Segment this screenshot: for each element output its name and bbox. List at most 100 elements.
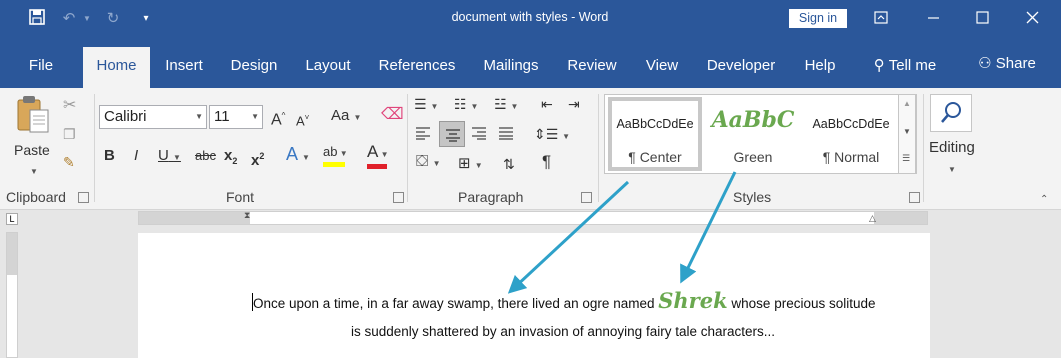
line-spacing-button[interactable]: ⇕☰ ▼ xyxy=(534,124,570,147)
change-case-button[interactable]: Aa ▼ xyxy=(331,106,361,128)
superscript-button[interactable]: x2 xyxy=(251,146,264,171)
strikethrough-button[interactable]: abc xyxy=(195,146,216,166)
maximize-icon[interactable] xyxy=(959,0,1005,38)
collapse-ribbon-icon[interactable]: ⌃ xyxy=(1040,190,1048,210)
show-formatting-marks-icon[interactable]: ¶ xyxy=(542,152,551,172)
customize-qat-icon[interactable]: ▾ xyxy=(139,9,153,29)
share-button[interactable]: ⚇ Share xyxy=(968,47,1046,88)
font-size-box[interactable]: 11 ▼ xyxy=(209,105,263,129)
document-line-2[interactable]: is suddenly shattered by an invasion of … xyxy=(351,324,775,339)
font-launcher-icon[interactable] xyxy=(393,192,404,203)
font-name-box[interactable]: Calibri ▼ xyxy=(99,105,207,129)
style-normal[interactable]: AaBbCcDdEe ¶ Normal xyxy=(804,97,898,171)
format-painter-icon[interactable]: ✎ xyxy=(63,152,75,172)
tab-layout[interactable]: Layout xyxy=(296,47,360,88)
tab-selector-icon[interactable]: L xyxy=(6,213,18,225)
borders-button[interactable]: ⊞ ▼ xyxy=(458,154,483,176)
tell-me-label: Tell me xyxy=(888,57,937,74)
style-name: Green xyxy=(733,149,773,165)
tab-review[interactable]: Review xyxy=(560,47,624,88)
tab-references[interactable]: References xyxy=(370,47,464,88)
cut-icon[interactable]: ✂ xyxy=(63,96,76,116)
text-effects-button[interactable]: A ▼ xyxy=(286,144,310,168)
sort-icon[interactable]: ⇅ xyxy=(503,154,515,174)
person-icon: ⚇ xyxy=(978,55,992,72)
italic-button[interactable]: I xyxy=(134,146,138,166)
right-indent-icon[interactable]: △ xyxy=(869,213,876,224)
copy-icon[interactable]: ❐ xyxy=(63,124,76,144)
style-name: ¶ Normal xyxy=(822,149,880,165)
shrink-font-icon[interactable]: A˅ xyxy=(296,108,309,131)
horizontal-ruler xyxy=(138,211,928,225)
style-sample: AaBbCcDdEe xyxy=(616,117,694,131)
tab-developer[interactable]: Developer xyxy=(698,47,784,88)
increase-indent-icon[interactable]: ⇥ xyxy=(568,94,580,114)
indent-marker-icon[interactable]: ⧗ xyxy=(244,210,250,221)
tab-file[interactable]: File xyxy=(14,47,68,88)
styles-group-label: Styles xyxy=(733,189,772,205)
save-icon[interactable] xyxy=(26,9,48,29)
clear-formatting-icon[interactable]: ⌫ xyxy=(381,105,404,125)
subscript-button[interactable]: x2 xyxy=(224,146,237,171)
underline-button[interactable]: U ▼ xyxy=(158,146,181,168)
paragraph-group-label: Paragraph xyxy=(458,189,524,205)
decrease-indent-icon[interactable]: ⇤ xyxy=(541,94,553,114)
tab-insert[interactable]: Insert xyxy=(156,47,212,88)
font-size-dropdown-icon[interactable]: ▼ xyxy=(251,106,259,128)
clipboard-launcher-icon[interactable] xyxy=(78,192,89,203)
font-name-dropdown-icon[interactable]: ▼ xyxy=(195,106,203,128)
grow-font-icon[interactable]: A^ xyxy=(271,106,285,130)
document-line-1[interactable]: Once upon a time, in a far away swamp, t… xyxy=(253,284,876,318)
tab-home[interactable]: Home xyxy=(83,47,150,88)
paste-icon[interactable] xyxy=(12,94,56,138)
font-size-value: 11 xyxy=(214,108,230,125)
numbering-button[interactable]: ☷ ▼ xyxy=(454,94,478,117)
ribbon: Paste ▼ ✂ ❐ ✎ Clipboard Calibri ▼ 11 ▼ A… xyxy=(0,88,1061,210)
justify-icon[interactable] xyxy=(498,125,514,145)
style-center[interactable]: AaBbCcDdEe ¶ Center xyxy=(608,97,702,171)
paste-dropdown-icon[interactable]: ▼ xyxy=(30,162,38,182)
editing-dropdown-icon[interactable]: ▼ xyxy=(948,160,956,180)
bullets-button[interactable]: ☰ ▼ xyxy=(414,94,438,117)
paragraph-launcher-icon[interactable] xyxy=(581,192,592,203)
font-group-label: Font xyxy=(226,189,255,205)
styles-launcher-icon[interactable] xyxy=(909,192,920,203)
tab-help[interactable]: Help xyxy=(795,47,845,88)
document-title: document with styles - Word xyxy=(451,10,609,24)
separator xyxy=(407,94,408,202)
redo-icon[interactable]: ↻ xyxy=(102,9,124,29)
align-right-icon[interactable] xyxy=(471,125,487,145)
gallery-more-icon[interactable]: ☰ xyxy=(902,153,910,164)
ribbon-display-options-icon[interactable] xyxy=(858,0,904,38)
style-name: ¶ Center xyxy=(628,149,682,165)
tab-mailings[interactable]: Mailings xyxy=(474,47,548,88)
separator xyxy=(923,94,924,202)
lightbulb-icon: ⚲ xyxy=(873,57,885,74)
style-green[interactable]: AaBbC Green xyxy=(706,97,800,171)
shading-button[interactable]: ⛋ ▼ xyxy=(416,152,441,174)
multilevel-list-button[interactable]: ☳ ▼ xyxy=(494,94,518,117)
font-name-value: Calibri xyxy=(104,108,147,125)
share-label: Share xyxy=(995,55,1036,72)
font-color-button[interactable]: A ▼ xyxy=(367,142,388,169)
gallery-scroll-down-icon[interactable]: ▼ xyxy=(903,127,911,136)
undo-dropdown-icon[interactable]: ▼ xyxy=(82,9,92,29)
find-icon[interactable] xyxy=(930,94,972,132)
tab-view[interactable]: View xyxy=(636,47,688,88)
align-center-icon[interactable] xyxy=(439,121,465,147)
editing-button[interactable]: Editing xyxy=(929,138,975,158)
gallery-scroll-up-icon[interactable]: ▲ xyxy=(903,99,911,108)
doc-text: whose precious solitude xyxy=(731,296,876,311)
vertical-ruler xyxy=(6,232,18,358)
close-icon[interactable] xyxy=(1008,0,1054,38)
highlight-color-button[interactable]: ab ▼ xyxy=(323,142,348,167)
bold-button[interactable]: B xyxy=(104,146,115,166)
undo-icon[interactable]: ↶ xyxy=(58,9,80,29)
paste-button[interactable]: Paste xyxy=(14,140,50,160)
sign-in-button[interactable]: Sign in xyxy=(789,9,847,28)
align-left-icon[interactable] xyxy=(415,125,431,145)
highlighter-icon: ab xyxy=(323,144,338,159)
minimize-icon[interactable] xyxy=(910,0,956,38)
tab-design[interactable]: Design xyxy=(222,47,286,88)
tell-me-box[interactable]: ⚲ Tell me xyxy=(862,47,948,88)
